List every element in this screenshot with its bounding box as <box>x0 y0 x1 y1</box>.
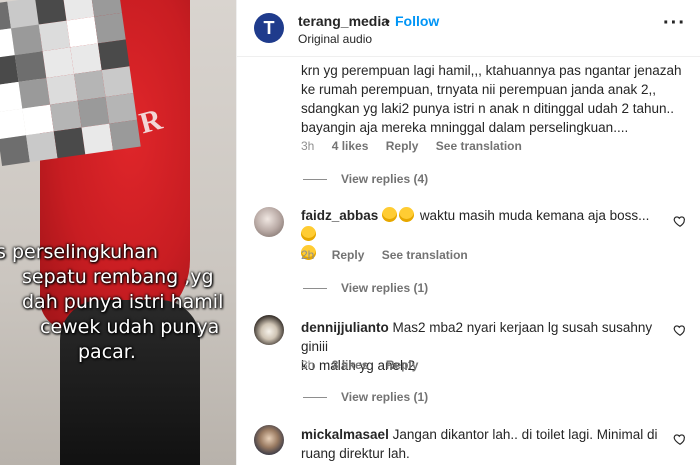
caption-line-1: s perselingkuhan <box>0 241 158 263</box>
mosaic-tile <box>70 43 102 75</box>
comment-2-time: 2h <box>301 248 315 262</box>
mosaic-tile <box>18 77 51 109</box>
caption-line-2: sepatu rembang ,yg <box>22 266 214 288</box>
caption-line-5: pacar. <box>78 341 136 363</box>
account-username[interactable]: terang_media <box>298 13 389 29</box>
heart-outline-icon[interactable] <box>673 323 687 337</box>
replies-line <box>303 179 327 181</box>
mosaic-tile <box>22 104 54 136</box>
comment-2-body: waktu masih muda kemana aja boss... <box>419 208 650 223</box>
mosaic-tile <box>94 12 126 44</box>
faidz-abbas-avatar[interactable] <box>254 207 284 237</box>
video-player[interactable]: R s perselingkuhan sepatu rembang ,yg da… <box>0 0 236 465</box>
separator-dot: • <box>385 13 390 29</box>
comment-2-username[interactable]: faidz_abbas <box>301 208 378 223</box>
account-avatar[interactable]: T <box>254 13 284 43</box>
audio-link[interactable]: Original audio <box>298 32 372 46</box>
mosaic-tile <box>101 66 134 97</box>
comment-3-likes[interactable]: 3 likes <box>332 358 369 372</box>
mickalmasael-avatar[interactable] <box>254 425 284 455</box>
mosaic-tile <box>105 92 137 124</box>
mosaic-tile <box>66 16 98 48</box>
comment-1-meta: 3h 4 likes Reply See translation <box>301 139 536 153</box>
heart-outline-icon[interactable] <box>673 432 687 446</box>
comment-2-reply-button[interactable]: Reply <box>332 248 365 262</box>
comment-4-username[interactable]: mickalmasael <box>301 427 389 442</box>
comment-2-view-replies[interactable]: View replies (1) <box>303 281 428 295</box>
censor-mosaic <box>0 0 141 166</box>
replies-line <box>303 397 327 399</box>
view-replies-label[interactable]: View replies (4) <box>341 172 428 186</box>
grinning-emoji-icon <box>399 207 415 222</box>
grinning-emoji-icon <box>301 226 316 241</box>
comment-1-time: 3h <box>301 139 315 153</box>
comment-1-reply-button[interactable]: Reply <box>386 139 419 153</box>
caption-line-4: cewek udah punya <box>40 316 220 338</box>
comment-4-line-2: ruang direktur lah. <box>301 446 410 461</box>
mosaic-tile <box>97 39 130 71</box>
comment-1-translation-button[interactable]: See translation <box>436 139 522 153</box>
comment-4-line-1: Jangan dikantor lah.. di toilet lagi. Mi… <box>392 427 658 442</box>
replies-line <box>303 288 327 290</box>
view-replies-label[interactable]: View replies (1) <box>341 281 428 295</box>
caption-line-3: dah punya istri hamil <box>22 291 224 313</box>
mosaic-tile <box>50 100 82 132</box>
comment-4-text: mickalmasael Jangan dikantor lah.. di to… <box>301 425 661 463</box>
comment-1-view-replies[interactable]: View replies (4) <box>303 172 428 186</box>
comment-2-meta: 2h Reply See translation <box>301 248 482 262</box>
mosaic-tile <box>38 20 71 52</box>
mosaic-tile <box>77 96 110 128</box>
comment-3-username[interactable]: dennijjulianto <box>301 320 389 335</box>
comment-1-line-3: sdangkan yg laki2 punya istri n anak n d… <box>301 101 675 116</box>
mosaic-tile <box>109 119 141 151</box>
comment-3-time: 3h <box>301 358 315 372</box>
comment-1-likes[interactable]: 4 likes <box>332 139 369 153</box>
mosaic-tile <box>26 131 58 163</box>
view-replies-label[interactable]: View replies (1) <box>341 390 428 404</box>
mosaic-tile <box>0 135 30 166</box>
mosaic-tile <box>46 74 78 105</box>
mosaic-tile <box>81 123 114 155</box>
follow-button[interactable]: Follow <box>395 13 439 29</box>
post-header: T terang_media • Follow Original audio ·… <box>237 0 700 57</box>
comment-2-translation-button[interactable]: See translation <box>382 248 468 262</box>
mosaic-tile <box>14 51 47 82</box>
mosaic-tile <box>42 47 75 78</box>
comment-1-line-4: bayangin aja mereka mninggal dalam perse… <box>301 120 629 135</box>
mosaic-tile <box>11 24 43 56</box>
more-options-icon[interactable]: ··· <box>663 12 686 35</box>
mosaic-tile <box>53 127 86 159</box>
grinning-emoji-icon <box>382 207 398 222</box>
comment-3-meta: 3h 3 likes Reply <box>301 358 432 372</box>
video-caption-overlay: s perselingkuhan sepatu rembang ,yg dah … <box>0 240 236 365</box>
comment-3-view-replies[interactable]: View replies (1) <box>303 390 428 404</box>
comment-3-reply-button[interactable]: Reply <box>386 358 419 372</box>
mosaic-tile <box>74 70 106 101</box>
comments-panel: T terang_media • Follow Original audio ·… <box>236 0 700 465</box>
comment-1-text: krn yg perempuan lagi hamil,,, ktahuanny… <box>301 61 682 137</box>
heart-outline-icon[interactable] <box>673 214 687 228</box>
comment-1-line-2: ke rumah perempuan, trnyata nii perempua… <box>301 82 656 97</box>
dennijjulianto-avatar[interactable] <box>254 315 284 345</box>
comment-1-line-1: krn yg perempuan lagi hamil,,, ktahuanny… <box>301 63 682 78</box>
